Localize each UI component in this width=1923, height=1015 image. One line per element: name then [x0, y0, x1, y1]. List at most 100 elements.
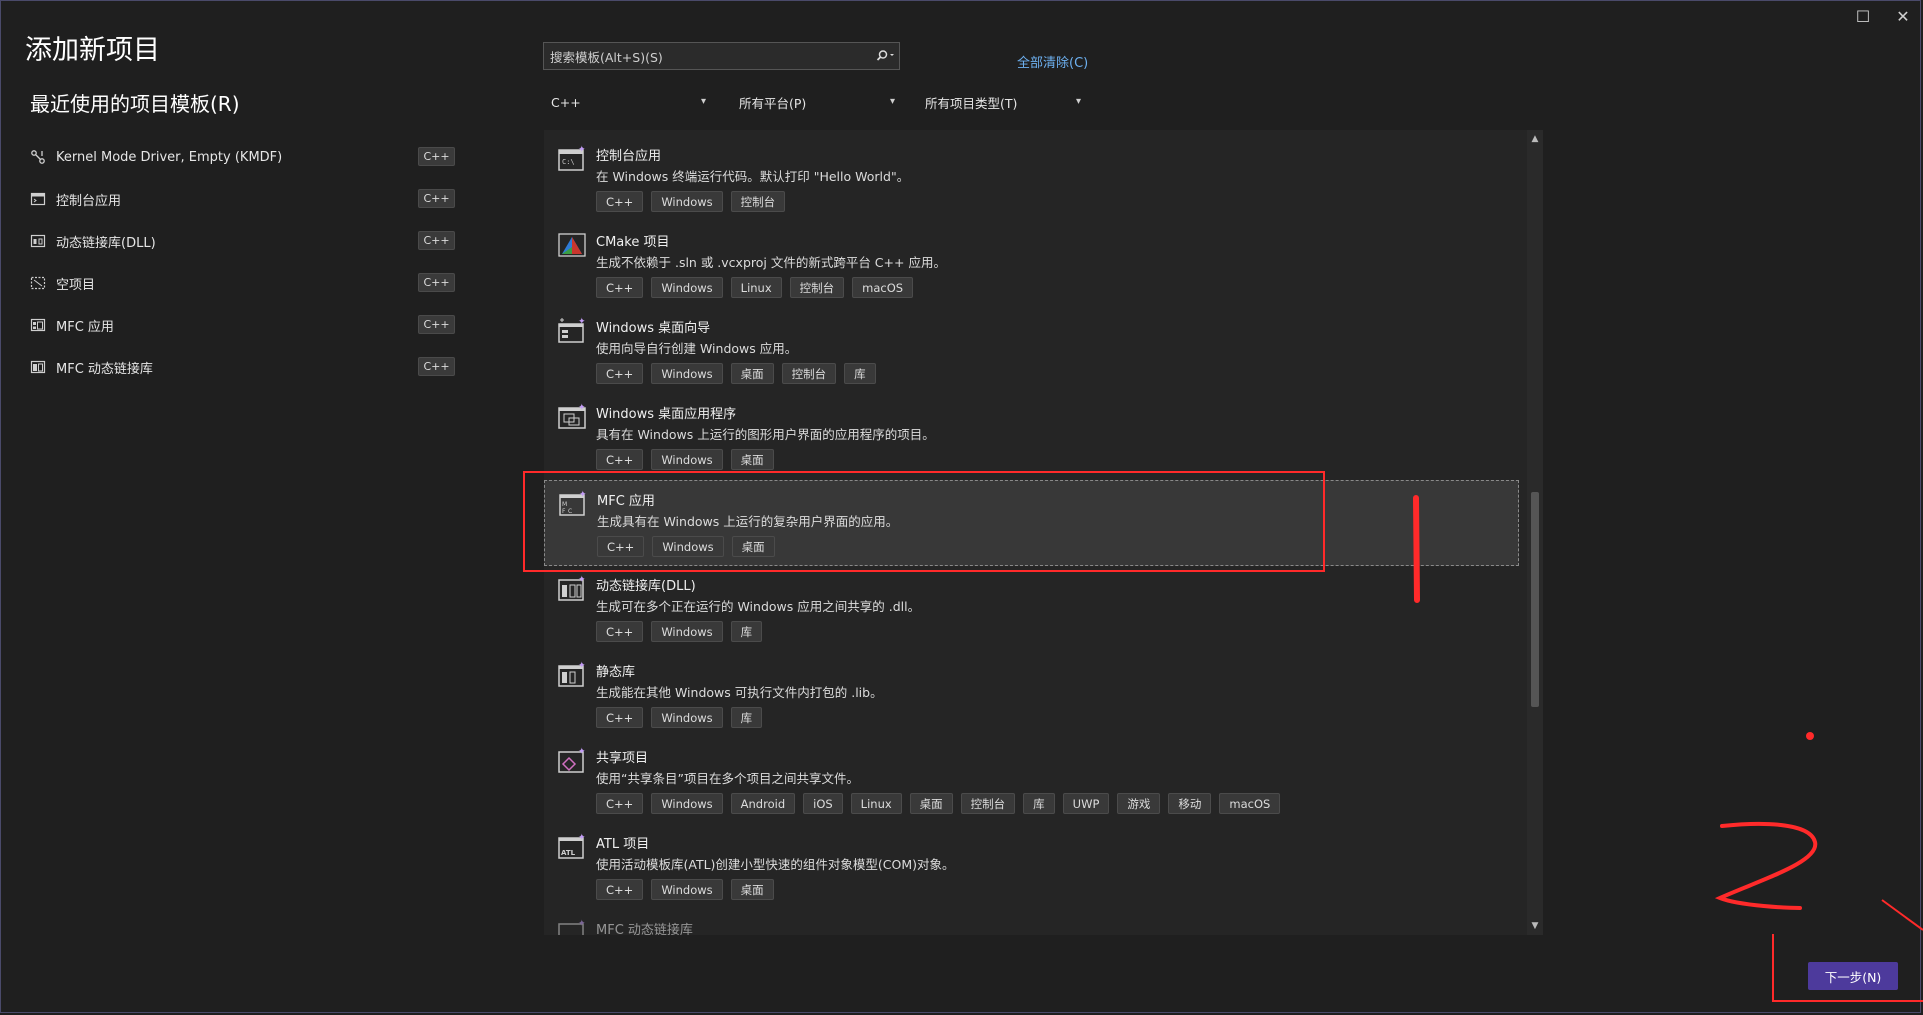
annotation-line — [1881, 899, 1923, 931]
template-item[interactable]: ✦ 静态库 生成能在其他 Windows 可执行文件内打包的 .lib。 C++… — [544, 652, 1519, 738]
platform-filter-value: 所有平台(P) — [739, 95, 807, 111]
project-type-filter-dropdown[interactable]: 所有项目类型(T) ▾ — [921, 90, 1085, 114]
scroll-down-icon[interactable]: ▼ — [1527, 919, 1543, 933]
template-tag: C++ — [596, 363, 644, 384]
next-button-label: 下一步(N) — [1824, 969, 1882, 985]
template-list-scrollbar[interactable]: ▲ ▼ — [1527, 130, 1543, 935]
language-tag: C++ — [418, 147, 455, 166]
close-icon: ✕ — [1896, 6, 1910, 26]
template-tags: C++ Windows 库 — [596, 621, 763, 642]
console-app-icon: C:\✦ — [558, 145, 586, 171]
language-tag: C++ — [418, 189, 455, 208]
project-type-filter-value: 所有项目类型(T) — [925, 95, 1018, 111]
template-tag: 控制台 — [789, 277, 845, 298]
template-tag: C++ — [597, 536, 645, 557]
template-tag: Linux — [730, 277, 782, 298]
template-tags: C++ Windows 控制台 — [596, 191, 786, 212]
template-name: ATL 项目 — [596, 837, 650, 852]
template-name: CMake 项目 — [596, 235, 670, 250]
template-description: 使用向导自行创建 Windows 应用。 — [596, 341, 798, 356]
search-box[interactable]: 搜索模板(Alt+S)(S) — [543, 42, 900, 70]
template-tag: C++ — [596, 449, 644, 470]
svg-text:✦: ✦ — [578, 575, 586, 585]
template-tags: C++ Windows 桌面 — [596, 879, 774, 900]
clear-all-link[interactable]: 全部清除(C) — [1017, 52, 1088, 71]
search-input[interactable]: 搜索模板(Alt+S)(S) — [544, 47, 871, 66]
platform-filter-dropdown[interactable]: 所有平台(P) ▾ — [735, 90, 899, 114]
template-list: C:\ ✦ 控制台应用 在 Windows 终端运行代码。默认打印 "Hello … — [544, 130, 1543, 935]
atl-icon: ATL✦ — [558, 833, 586, 859]
chevron-down-icon: ▾ — [1075, 96, 1081, 107]
close-button[interactable]: ✕ — [1883, 2, 1923, 30]
mfc-app-icon: MF C ✦ — [559, 490, 587, 516]
template-tag: UWP — [1062, 793, 1110, 814]
template-tag: Windows — [651, 621, 723, 642]
template-tag: C++ — [596, 621, 644, 642]
template-item-selected[interactable]: M F C ✦ MFC 应用 生成具有在 Windows 上运行的复杂用户界面的应用。… — [544, 480, 1519, 566]
template-item[interactable]: CMake 项目 生成不依赖于 .sln 或 .vcxproj 文件的新式跨平台… — [544, 222, 1519, 308]
template-tag: 库 — [730, 707, 763, 728]
template-tags: C++ Windows 桌面 控制台 库 — [596, 363, 876, 384]
maximize-button[interactable]: ☐ — [1843, 2, 1883, 30]
template-name: 动态链接库(DLL) — [596, 579, 696, 594]
template-name: Windows 桌面向导 — [596, 321, 711, 336]
search-icon[interactable] — [871, 49, 899, 63]
template-tag: 库 — [730, 621, 763, 642]
recent-item-name: MFC 应用 — [56, 319, 114, 335]
chevron-down-icon: ▾ — [889, 96, 895, 107]
svg-text:C: C — [568, 508, 572, 515]
annotation-dot — [1806, 732, 1814, 740]
mfc-icon — [30, 317, 46, 333]
language-tag: C++ — [418, 273, 455, 292]
template-tag: macOS — [1219, 793, 1281, 814]
template-tag: Windows — [651, 879, 723, 900]
template-tag: Android — [730, 793, 796, 814]
template-tag: 桌面 — [730, 449, 774, 470]
template-tag: 控制台 — [730, 191, 786, 212]
svg-text:M: M — [562, 501, 567, 508]
template-tag: C++ — [596, 793, 644, 814]
recent-item[interactable]: Kernel Mode Driver, Empty (KMDF) C++ — [30, 136, 455, 178]
recent-item[interactable]: 控制台应用 C++ — [30, 178, 455, 220]
template-description: 具有在 Windows 上运行的图形用户界面的应用程序的项目。 — [596, 427, 935, 442]
dll-template-icon: ✦ — [558, 575, 586, 601]
scroll-up-icon[interactable]: ▲ — [1527, 132, 1543, 146]
template-name: Windows 桌面应用程序 — [596, 407, 737, 422]
template-item[interactable]: ✦ 共享项目 使用“共享条目”项目在多个项目之间共享文件。 C++ Window… — [544, 738, 1519, 824]
template-item[interactable]: ATL ✦ ATL 项目 使用活动模板库(ATL)创建小型快速的组件对象模型(CO… — [544, 824, 1519, 910]
maximize-icon: ☐ — [1855, 6, 1871, 26]
template-tag: Linux — [850, 793, 902, 814]
svg-text:✦: ✦ — [578, 833, 586, 843]
template-item[interactable]: ✦ 动态链接库(DLL) 生成可在多个正在运行的 Windows 应用之间共享的… — [544, 566, 1519, 652]
template-tag: Windows — [652, 536, 724, 557]
template-tags: C++ Windows 桌面 — [597, 536, 775, 557]
template-item[interactable]: ✦ Windows 桌面向导 使用向导自行创建 Windows 应用。 C++ … — [544, 308, 1519, 394]
recent-item[interactable]: MFC 动态链接库 C++ — [30, 346, 455, 388]
static-lib-icon: ✦ — [558, 661, 586, 687]
svg-text:F: F — [562, 508, 566, 515]
page-title: 添加新项目 — [25, 35, 160, 66]
svg-text:C:\: C:\ — [562, 158, 575, 166]
template-item[interactable]: ✦ MFC 动态链接库 — [544, 910, 1519, 935]
language-tag: C++ — [418, 357, 455, 376]
scroll-thumb[interactable] — [1531, 492, 1539, 707]
next-button[interactable]: 下一步(N) — [1808, 962, 1898, 990]
recent-item[interactable]: MFC 应用 C++ — [30, 304, 455, 346]
template-tag: 桌面 — [730, 363, 774, 384]
template-tag: 库 — [844, 363, 876, 384]
template-name: 控制台应用 — [596, 149, 662, 164]
language-filter-dropdown[interactable]: C++ ▾ — [546, 90, 710, 114]
template-tags: C++ Windows Linux 控制台 macOS — [596, 277, 914, 298]
template-name: MFC 动态链接库 — [596, 923, 693, 935]
recent-item[interactable]: 空项目 C++ — [30, 262, 455, 304]
template-description: 在 Windows 终端运行代码。默认打印 "Hello World"。 — [596, 169, 910, 184]
template-name: MFC 应用 — [597, 494, 655, 509]
template-item[interactable]: C:\ ✦ 控制台应用 在 Windows 终端运行代码。默认打印 "Hello … — [544, 136, 1519, 222]
recent-item[interactable]: 动态链接库(DLL) C++ — [30, 220, 455, 262]
template-tag: macOS — [852, 277, 914, 298]
recent-item-name: 动态链接库(DLL) — [56, 235, 156, 251]
template-tag: C++ — [596, 191, 644, 212]
template-item[interactable]: ✦ Windows 桌面应用程序 具有在 Windows 上运行的图形用户界面的… — [544, 394, 1519, 480]
template-tag: 控制台 — [781, 363, 837, 384]
language-tag: C++ — [418, 315, 455, 334]
